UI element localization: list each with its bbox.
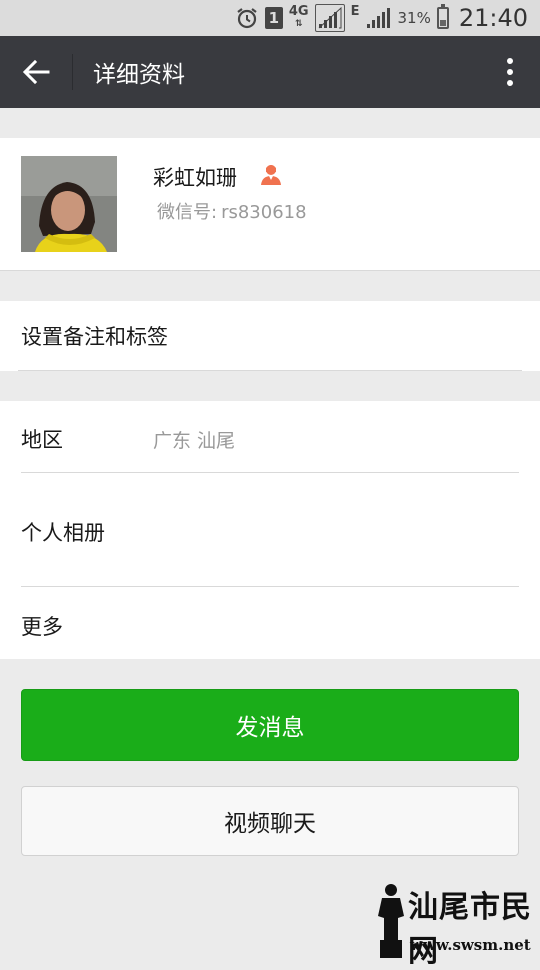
more-menu-button[interactable]	[480, 36, 540, 108]
watermark-text: 汕尾市民网	[408, 890, 532, 969]
remark-tags-row[interactable]: 设置备注和标签	[0, 301, 540, 371]
profile-card: 彩虹如珊 微信号: rs830618	[0, 138, 540, 271]
statue-silhouette-icon	[378, 884, 404, 958]
video-chat-button[interactable]: 视频聊天	[21, 786, 519, 856]
region-label: 地区	[21, 428, 63, 452]
top-bar: 详细资料	[0, 36, 540, 108]
divider	[21, 472, 519, 473]
album-label: 个人相册	[21, 521, 105, 545]
sim-slot-icon: 1	[264, 7, 283, 29]
signal-strength-icon	[314, 4, 345, 32]
female-person-icon	[259, 162, 283, 190]
network-type: 4G ⇅	[288, 4, 309, 29]
alarm-icon	[235, 6, 259, 30]
divider	[21, 586, 519, 587]
divider	[18, 370, 522, 371]
more-label: 更多	[21, 615, 63, 639]
avatar[interactable]	[21, 156, 117, 252]
back-button[interactable]	[0, 36, 72, 108]
clock: 21:40	[458, 4, 528, 32]
battery-percent: 31%	[397, 9, 431, 27]
site-watermark: 汕尾市民网 www.swsm.net	[374, 882, 534, 969]
battery-icon	[436, 4, 449, 29]
region-value: 广东 汕尾	[153, 430, 236, 452]
profile-name: 彩虹如珊	[153, 166, 237, 190]
arrow-left-icon	[22, 59, 50, 85]
divider	[72, 54, 73, 90]
data-type: E	[350, 4, 360, 19]
info-group: 地区 广东 汕尾 个人相册 更多	[0, 401, 540, 659]
status-bar: 1 4G ⇅ E 31% 21:40	[0, 0, 540, 36]
more-vertical-icon	[507, 58, 513, 86]
signal-strength-2-icon	[365, 6, 391, 30]
send-message-button[interactable]: 发消息	[21, 689, 519, 761]
watermark-url: www.swsm.net	[410, 936, 531, 954]
remark-label: 设置备注和标签	[21, 325, 168, 349]
page-title: 详细资料	[93, 62, 185, 88]
wechat-id: 微信号: rs830618	[157, 202, 307, 223]
